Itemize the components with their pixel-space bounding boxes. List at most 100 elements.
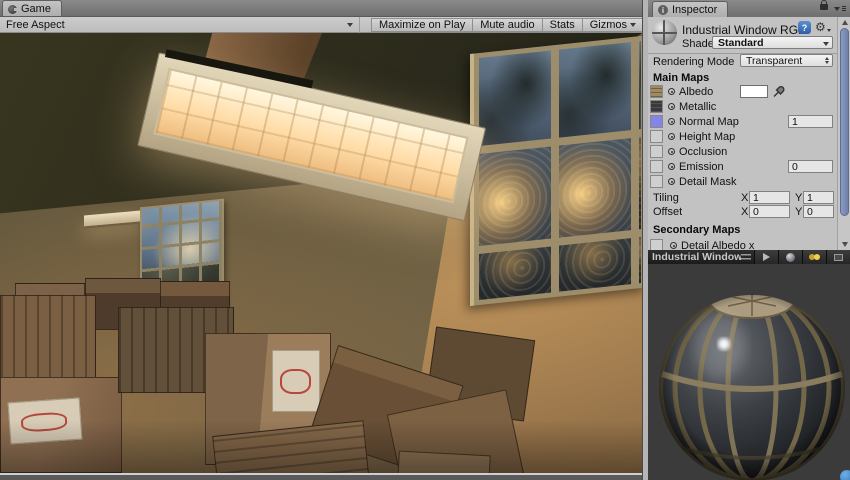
offset-label: Offset <box>653 206 683 218</box>
unity-editor-window: Game Free Aspect Maximize on Play Mute a… <box>0 0 850 480</box>
game-panel-bottom-edge <box>0 473 648 480</box>
play-icon <box>763 253 770 261</box>
preview-play-button[interactable] <box>754 250 778 264</box>
eyedropper-icon[interactable] <box>773 85 785 98</box>
tiling-y-label: Y <box>795 192 803 204</box>
offset-y-field[interactable]: 0 <box>803 205 834 218</box>
material-inspector: Industrial Window RGB Shader Standard Re… <box>648 17 837 250</box>
scene-box <box>0 377 122 473</box>
metallic-label: Metallic <box>679 101 717 113</box>
game-tab-label: Game <box>21 3 51 15</box>
panel-menu-icon[interactable] <box>834 5 846 12</box>
scrollbar-thumb[interactable] <box>839 28 849 216</box>
game-view-icon <box>8 4 18 14</box>
texture-picker-icon[interactable] <box>668 148 675 155</box>
preview-resize-handle[interactable] <box>741 254 751 260</box>
normal-map-value-field[interactable]: 1 <box>788 115 833 128</box>
material-preview-sphere <box>659 295 845 480</box>
map-row-metallic: Metallic <box>648 100 837 114</box>
inspector-icon <box>658 5 668 15</box>
texture-picker-icon[interactable] <box>668 163 675 170</box>
inspector-scrollbar[interactable] <box>837 17 850 250</box>
offset-x-label: X <box>741 206 749 218</box>
offset-y-label: Y <box>795 206 803 218</box>
gizmos-label: Gizmos <box>589 18 627 31</box>
tiling-x-field[interactable]: 1 <box>749 191 790 204</box>
preview-detach-button[interactable] <box>826 250 850 264</box>
tiling-row: Tiling X 1 Y 1 <box>648 191 837 205</box>
rendering-mode-value: Transparent <box>746 54 803 67</box>
detail-mask-texture-thumb[interactable] <box>650 175 663 188</box>
aspect-dropdown[interactable]: Free Aspect <box>0 16 360 33</box>
game-viewport[interactable] <box>0 33 642 473</box>
texture-picker-icon[interactable] <box>668 118 675 125</box>
rendering-mode-label: Rendering Mode <box>653 56 735 68</box>
map-row-normal: Normal Map 1 <box>648 115 837 129</box>
gear-icon[interactable] <box>815 20 831 34</box>
albedo-label: Albedo <box>679 86 714 98</box>
chevron-down-icon <box>823 42 829 46</box>
detail-albedo-label: Detail Albedo x <box>681 240 755 250</box>
texture-picker-icon[interactable] <box>668 133 675 140</box>
shader-dropdown[interactable]: Standard <box>712 36 833 49</box>
mute-audio-button[interactable]: Mute audio <box>472 17 542 32</box>
game-tabstrip: Game <box>0 0 642 17</box>
tiling-y-field[interactable]: 1 <box>803 191 834 204</box>
emission-texture-thumb[interactable] <box>650 160 663 173</box>
secondary-maps-header: Secondary Maps <box>653 224 741 236</box>
aspect-dropdown-label: Free Aspect <box>6 18 65 31</box>
normal-map-texture-thumb[interactable] <box>650 115 663 128</box>
occlusion-texture-thumb[interactable] <box>650 145 663 158</box>
popup-arrows-icon <box>825 57 829 64</box>
map-row-height: Height Map <box>648 130 837 144</box>
map-row-detail-mask: Detail Mask <box>648 175 837 189</box>
tab-game[interactable]: Game <box>2 0 62 16</box>
preview-light-toggle[interactable] <box>802 250 826 264</box>
stats-button[interactable]: Stats <box>541 17 582 32</box>
material-preview-area[interactable] <box>648 264 850 480</box>
chevron-down-icon <box>630 22 636 27</box>
emission-label: Emission <box>679 161 724 173</box>
shader-value: Standard <box>718 36 764 49</box>
detail-albedo-texture-thumb[interactable] <box>650 239 663 250</box>
texture-picker-icon[interactable] <box>668 88 675 95</box>
maximize-on-play-button[interactable]: Maximize on Play <box>371 17 473 32</box>
scroll-down-button[interactable] <box>838 239 850 250</box>
material-preview-bar[interactable]: Industrial Window RG <box>648 250 850 264</box>
metallic-texture-thumb[interactable] <box>650 100 663 113</box>
window-icon <box>834 253 843 261</box>
map-row-detail-albedo: Detail Albedo x <box>648 239 837 250</box>
gizmos-button[interactable]: Gizmos <box>581 17 644 32</box>
map-row-albedo: Albedo <box>648 85 837 99</box>
offset-x-field[interactable]: 0 <box>749 205 790 218</box>
scene-crate <box>0 295 96 379</box>
emission-value-field[interactable]: 0 <box>788 160 833 173</box>
main-maps-header: Main Maps <box>653 72 710 84</box>
texture-picker-icon[interactable] <box>668 103 675 110</box>
texture-picker-icon[interactable] <box>670 242 677 249</box>
game-toolbar: Free Aspect Maximize on Play Mute audio … <box>0 16 648 33</box>
tab-inspector[interactable]: Inspector <box>652 1 729 17</box>
height-map-texture-thumb[interactable] <box>650 130 663 143</box>
scroll-up-button[interactable] <box>838 17 850 28</box>
normal-map-label: Normal Map <box>679 116 739 128</box>
help-icon[interactable] <box>798 21 811 34</box>
preview-title: Industrial Window RG <box>652 251 741 263</box>
collab-badge-icon[interactable] <box>840 470 850 480</box>
light-dots-icon <box>808 253 821 261</box>
lock-icon[interactable] <box>820 0 828 10</box>
albedo-color-swatch[interactable] <box>740 85 768 98</box>
rendering-mode-dropdown[interactable]: Transparent <box>740 54 833 67</box>
mute-audio-label: Mute audio <box>480 18 535 31</box>
chevron-down-icon <box>347 22 353 27</box>
inspector-tab-label: Inspector <box>672 4 718 16</box>
detail-mask-label: Detail Mask <box>679 176 737 188</box>
map-row-emission: Emission 0 <box>648 160 837 174</box>
albedo-texture-thumb[interactable] <box>650 85 663 98</box>
tiling-label: Tiling <box>653 192 679 204</box>
maximize-on-play-label: Maximize on Play <box>379 18 466 31</box>
preview-shape-button[interactable] <box>778 250 802 264</box>
texture-picker-icon[interactable] <box>668 178 675 185</box>
stats-label: Stats <box>549 18 575 31</box>
inspector-tabstrip: Inspector <box>648 0 850 17</box>
